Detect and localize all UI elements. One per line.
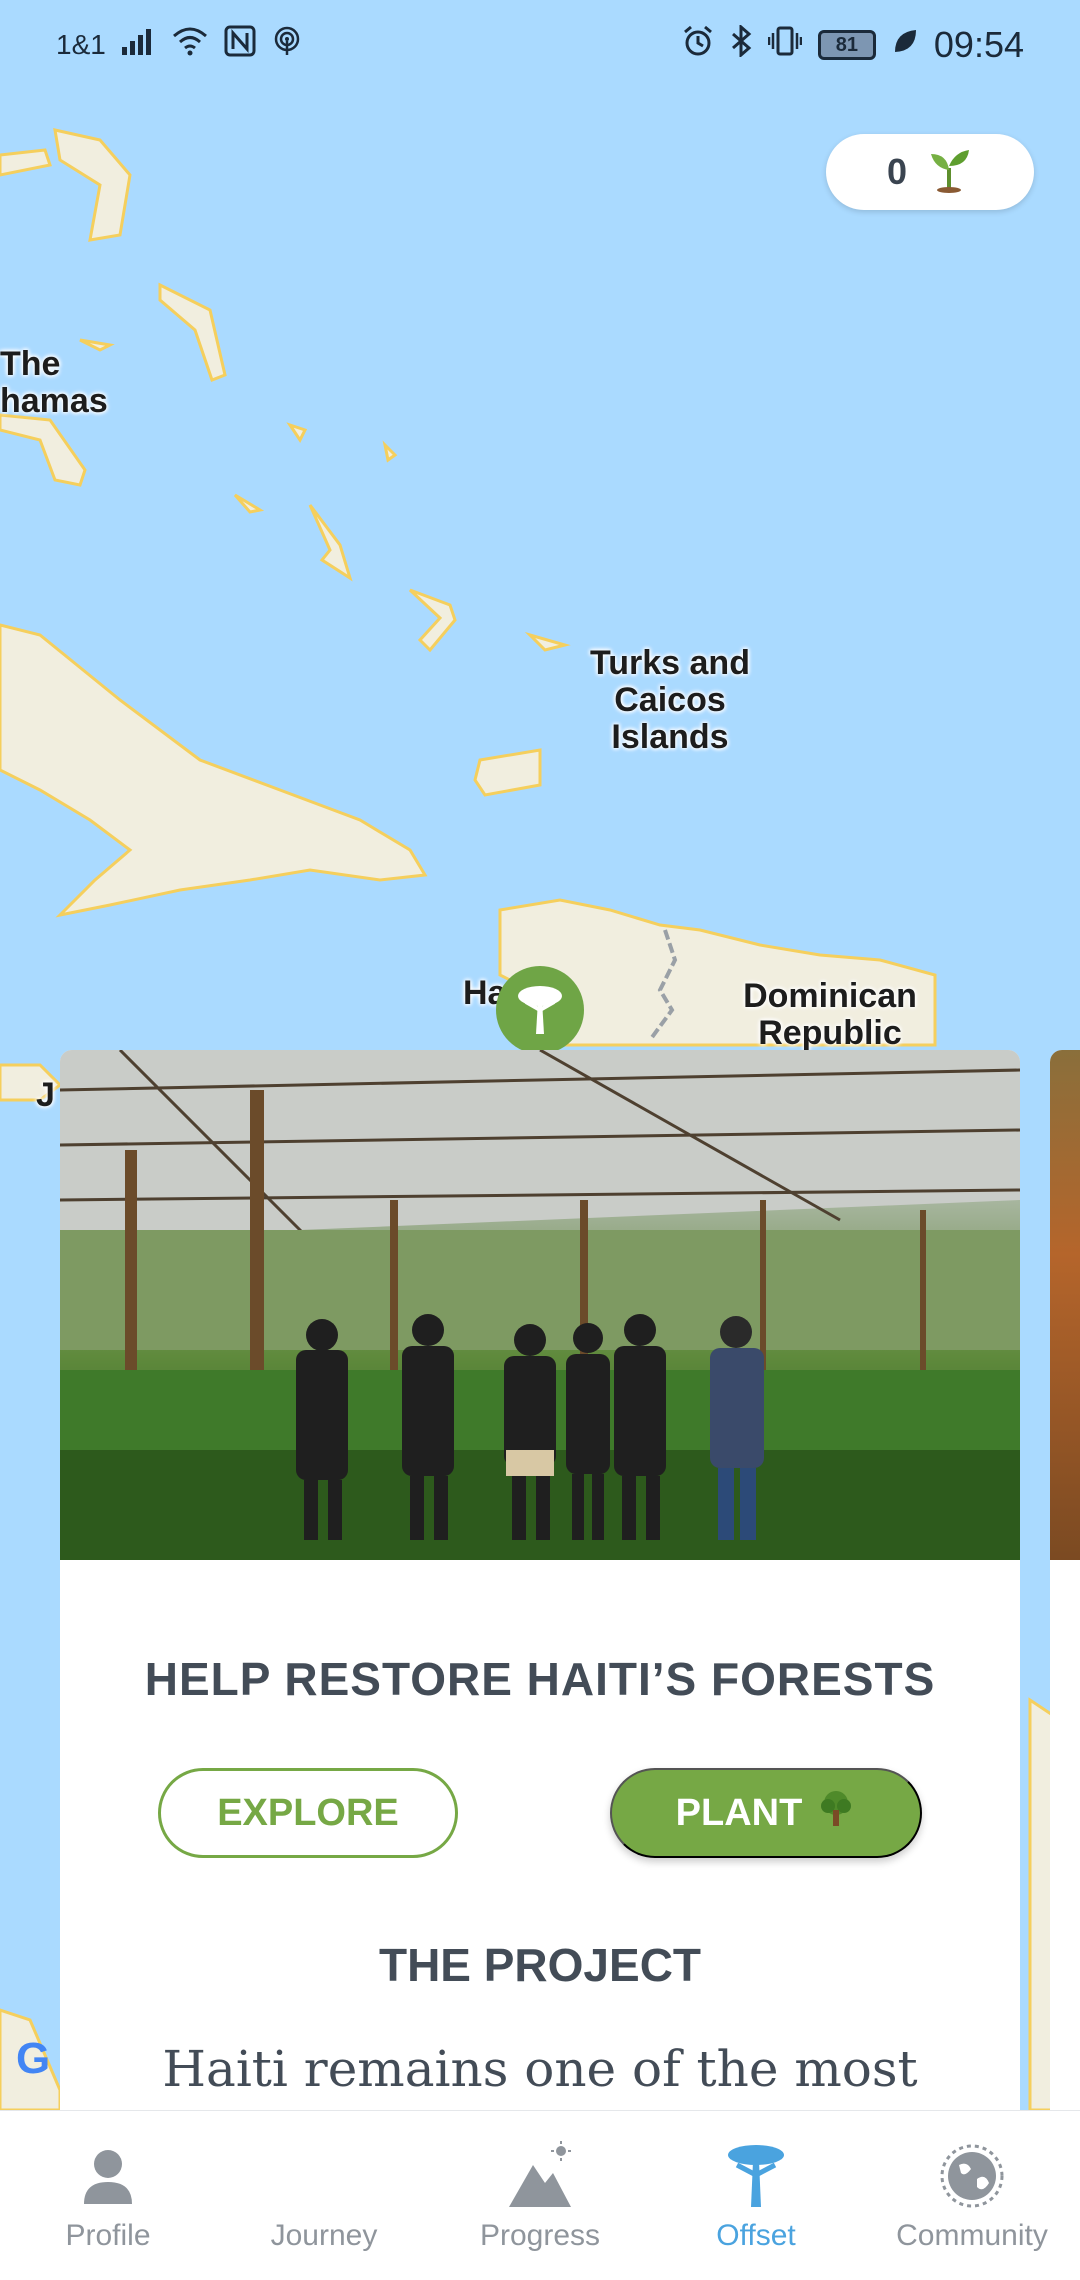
map-label-line: Islands <box>611 718 729 756</box>
map-label-line: Caicos <box>614 681 726 719</box>
section-title: THE PROJECT <box>378 1939 702 1991</box>
map-label-bahamas: The hamas <box>0 346 110 420</box>
clock: 09:54 <box>933 24 1024 65</box>
person-icon <box>73 2141 143 2211</box>
vibrate-icon <box>767 25 803 65</box>
nav-label: Journey <box>270 2219 378 2252</box>
nav-label: Community <box>896 2219 1048 2252</box>
alarm-icon <box>682 25 714 65</box>
map-pin-tree[interactable] <box>496 966 584 1054</box>
explore-button[interactable]: EXPLORE <box>158 1768 458 1858</box>
wifi-icon <box>172 26 208 64</box>
nav-label: Progress <box>479 2219 601 2252</box>
hotspot-icon <box>272 26 302 64</box>
status-bar: 1&1 81 09:54 <box>0 0 1080 90</box>
bluetooth-icon <box>730 23 752 65</box>
map-label-line: The <box>0 345 61 383</box>
journey-icon <box>289 2141 359 2211</box>
map-label-turks-caicos: Turks and Caicos Islands <box>585 645 755 756</box>
nav-journey[interactable]: Journey <box>216 2141 432 2253</box>
card-actions: EXPLORE PLANT <box>60 1768 1020 1858</box>
nav-profile[interactable]: Profile <box>0 2141 216 2253</box>
nfc-icon <box>224 25 256 65</box>
map-label-line: Dominican <box>743 977 917 1015</box>
carrier-label: 1&1 <box>56 29 106 60</box>
map-label-line: Turks and <box>590 644 750 682</box>
explore-label: EXPLORE <box>217 1791 399 1834</box>
nav-label: Profile <box>65 2219 151 2252</box>
project-photo <box>1050 1050 1080 1560</box>
mountain-icon <box>505 2141 575 2211</box>
seedling-icon <box>925 146 973 199</box>
seed-counter[interactable]: 0 <box>826 134 1034 210</box>
project-card[interactable]: HELP RESTORE HAITI’S FORESTS EXPLORE PLA… <box>60 1050 1020 2110</box>
section-body: Haiti remains one of the most <box>162 2040 918 2098</box>
battery-icon: 81 <box>817 30 876 60</box>
next-project-card[interactable] <box>1050 1050 1080 2110</box>
project-photo <box>60 1050 1020 1560</box>
bottom-navigation: Profile Journey Progress Offset Communit… <box>0 2110 1080 2280</box>
plant-label: PLANT <box>675 1791 803 1834</box>
map-label-line: Republic <box>758 1014 902 1052</box>
map-label-line: hamas <box>0 382 108 420</box>
nav-progress[interactable]: Progress <box>432 2141 648 2253</box>
project-title: HELP RESTORE HAITI’S FORESTS <box>144 1653 936 1705</box>
plant-button[interactable]: PLANT <box>610 1768 922 1858</box>
nav-community[interactable]: Community <box>864 2141 1080 2253</box>
nav-label: Offset <box>716 2219 796 2252</box>
signal-icon <box>121 27 156 63</box>
google-logo: G <box>16 2034 51 2083</box>
nav-offset[interactable]: Offset <box>648 2141 864 2253</box>
map-label-dominican-republic: Dominican Republic <box>730 978 930 1052</box>
tree-icon <box>721 2141 791 2211</box>
leaf-icon <box>892 27 918 63</box>
tree-icon <box>816 1788 856 1838</box>
globe-icon <box>937 2141 1007 2211</box>
tree-icon <box>518 986 562 1034</box>
seed-count: 0 <box>886 151 908 192</box>
